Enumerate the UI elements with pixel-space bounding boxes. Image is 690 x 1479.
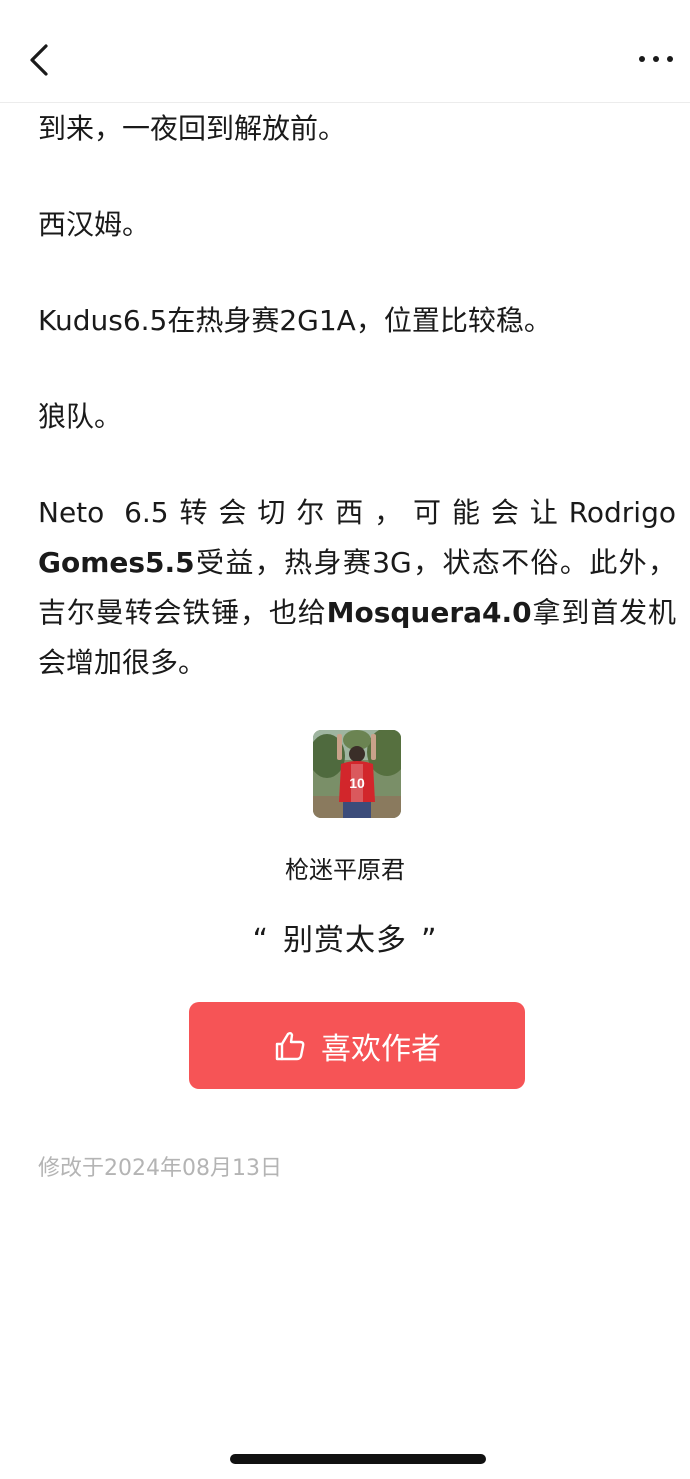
reward-quote: “ 别赏太多 ” [0,915,690,959]
close-quote: ” [421,923,438,958]
article-body: 到来，一夜回到解放前。 西汉姆。 Kudus6.5在热身赛2G1A，位置比较稳。… [38,100,676,688]
thumbs-up-icon [275,1031,305,1060]
article-paragraph: 狼队。 [38,400,123,433]
svg-text:10: 10 [349,775,365,791]
more-button[interactable] [636,44,676,74]
like-author-button[interactable]: 喜欢作者 [189,1002,525,1089]
more-horizontal-icon [639,56,673,62]
like-author-label: 喜欢作者 [321,1031,441,1067]
open-quote: “ [252,923,269,958]
article-text: Neto 6.5转会切尔西，可能会让Rodrigo [38,496,676,529]
chevron-left-icon [30,44,48,76]
article-paragraph-wolves: Neto 6.5转会切尔西，可能会让Rodrigo Gomes5.5受益，热身赛… [38,488,676,688]
author-name[interactable]: 枪迷平原君 [0,850,690,885]
top-nav-bar [0,0,690,103]
back-button[interactable] [22,38,62,82]
reward-text: 别赏太多 [283,923,407,958]
author-avatar[interactable]: 10 [313,730,401,818]
article-paragraph: 西汉姆。 [38,208,151,241]
player-name-bold: Gomes5.5 [38,546,195,579]
article-paragraph: Kudus6.5在热身赛2G1A，位置比较稳。 [38,304,552,337]
player-name-bold: Mosquera4.0 [326,596,532,629]
avatar-photo: 10 [313,730,401,818]
article-paragraph: 到来，一夜回到解放前。 [38,112,347,145]
home-indicator[interactable] [230,1454,486,1464]
modified-date: 修改于2024年08月13日 [38,1156,282,1181]
